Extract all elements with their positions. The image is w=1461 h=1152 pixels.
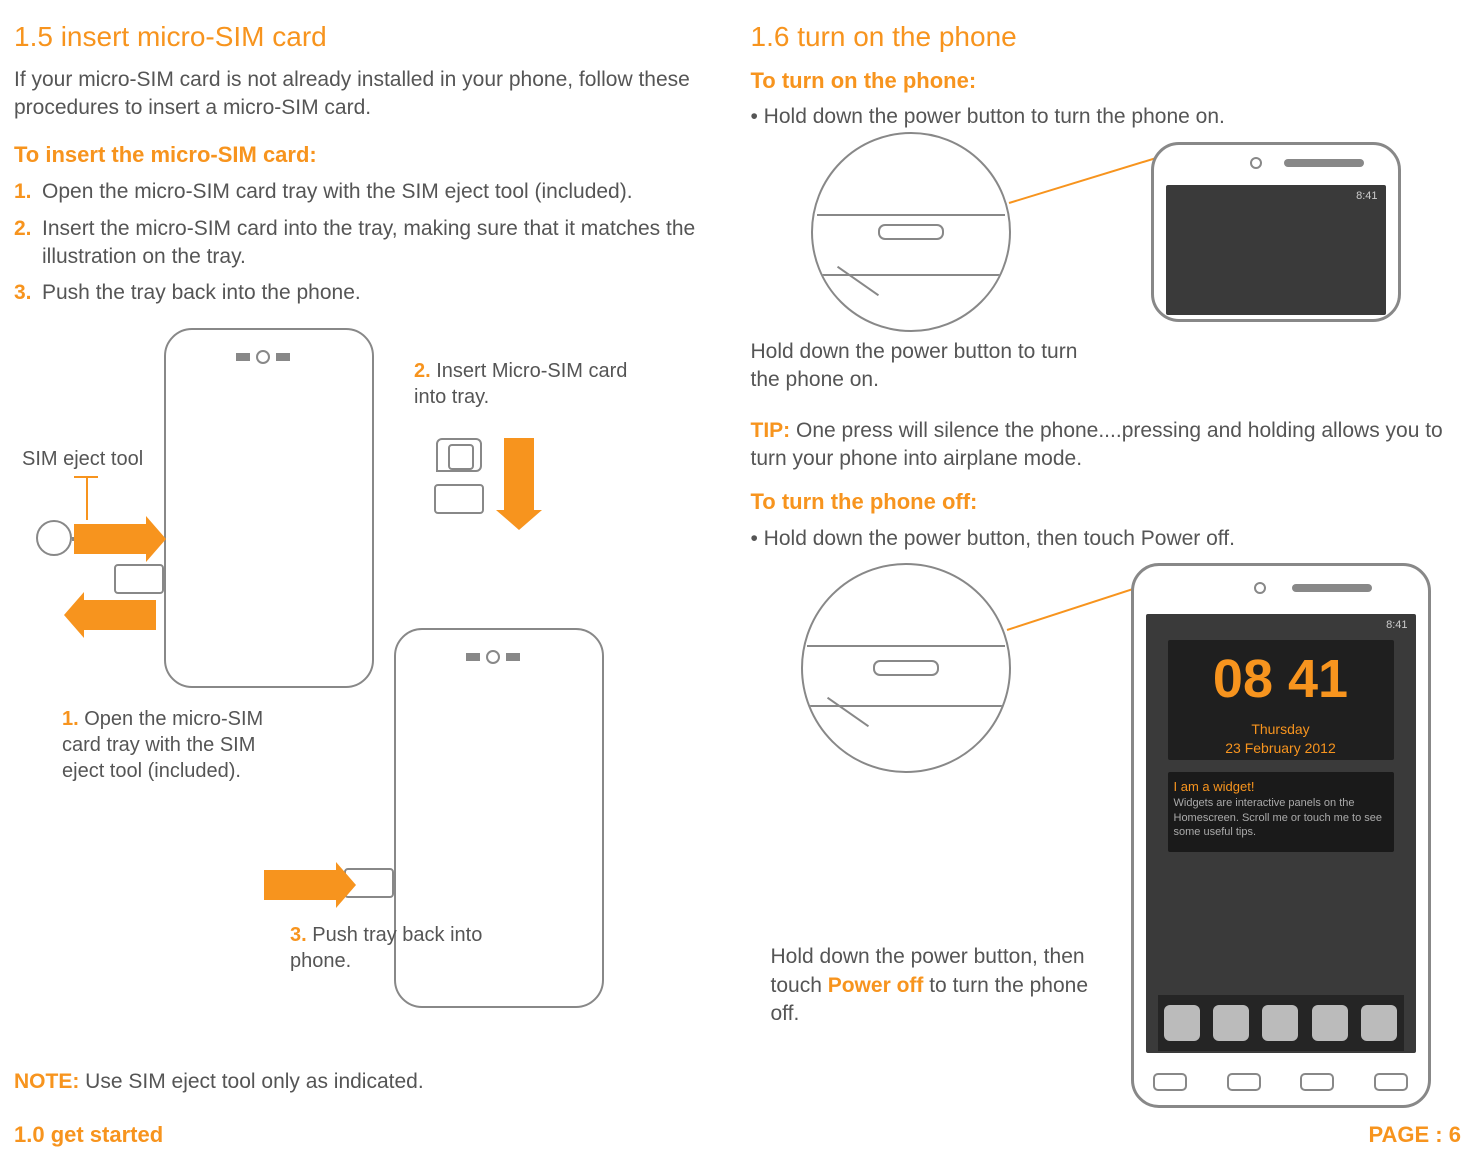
clock-date: Thursday 23 February 2012 <box>1225 720 1336 758</box>
steps-list: 1.Open the micro-SIM card tray with the … <box>14 178 711 307</box>
footer-section: 1.0 get started <box>14 1120 163 1150</box>
tip-line: TIP: One press will silence the phone...… <box>751 417 1448 474</box>
note-label: NOTE: <box>14 1070 79 1093</box>
tip-text: One press will silence the phone....pres… <box>751 419 1443 470</box>
sim-tray-icon <box>114 564 164 594</box>
sim-card-icon <box>436 438 482 472</box>
caption-3-num: 3. <box>290 924 307 946</box>
figure-power-on: 8:41 <box>751 142 1448 332</box>
figure-power-off: 8:41 08 41 Thursday 23 February 2012 I a… <box>751 563 1448 1123</box>
nav-key-icon <box>1300 1073 1334 1091</box>
app-dock <box>1158 995 1404 1051</box>
arrow-down-icon <box>504 438 534 510</box>
phone-front-large-icon: 8:41 08 41 Thursday 23 February 2012 I a… <box>1131 563 1431 1108</box>
step-3-text: Push the tray back into the phone. <box>42 281 361 304</box>
caption-2-num: 2. <box>414 360 431 382</box>
caption-power-off: Hold down the power button, then touch P… <box>771 943 1101 1028</box>
status-bar-time: 8:41 <box>1356 189 1377 204</box>
nav-key-icon <box>1227 1073 1261 1091</box>
note-text: Use SIM eject tool only as indicated. <box>85 1070 424 1093</box>
magnifier-lens-icon <box>811 132 1011 332</box>
eject-tool-label: SIM eject tool <box>22 446 143 472</box>
arrow-right-2-icon <box>264 870 336 900</box>
subhead-turn-on: To turn on the phone: <box>751 66 1448 96</box>
widget-title: I am a widget! <box>1174 778 1388 796</box>
clock-widget: 08 41 Thursday 23 February 2012 <box>1168 640 1394 760</box>
dock-app-icon <box>1262 1005 1298 1041</box>
diagram-caption-1: 1. Open the micro-SIM card tray with the… <box>62 706 282 784</box>
sim-diagram: SIM eject tool 1. Open the micro-SIM car… <box>14 328 711 1048</box>
bullet-turn-off: • Hold down the power button, then touch… <box>751 525 1448 553</box>
section-heading-1-5: 1.5 insert micro-SIM card <box>14 18 711 56</box>
intro-text: If your micro-SIM card is not already in… <box>14 66 711 123</box>
caption-power-on: Hold down the power button to turn the p… <box>751 338 1081 395</box>
step-1: 1.Open the micro-SIM card tray with the … <box>14 178 711 206</box>
dock-app-icon <box>1312 1005 1348 1041</box>
subhead-turn-off: To turn the phone off: <box>751 487 1448 517</box>
sim-eject-tool-icon <box>36 520 72 556</box>
right-column: 1.6 turn on the phone To turn on the pho… <box>751 18 1448 1123</box>
diagram-caption-2: 2. Insert Micro-SIM card into tray. <box>414 358 634 410</box>
caption-2-text: Insert Micro-SIM card into tray. <box>414 360 627 408</box>
step-2-text: Insert the micro-SIM card into the tray,… <box>42 217 695 268</box>
step-2: 2.Insert the micro-SIM card into the tra… <box>14 215 711 272</box>
hint-widget: I am a widget! Widgets are interactive p… <box>1168 772 1394 852</box>
step-1-text: Open the micro-SIM card tray with the SI… <box>42 180 633 203</box>
section-heading-1-6: 1.6 turn on the phone <box>751 18 1448 56</box>
caption-off-highlight: Power off <box>828 974 924 997</box>
tip-label: TIP: <box>751 419 791 442</box>
caption-3-text: Push tray back into phone. <box>290 924 482 972</box>
footer-page-number: PAGE : 6 <box>1368 1120 1461 1150</box>
dock-app-icon <box>1213 1005 1249 1041</box>
nav-key-icon <box>1374 1073 1408 1091</box>
clock-time: 08 41 <box>1213 643 1348 716</box>
caption-1-text: Open the micro-SIM card tray with the SI… <box>62 708 263 782</box>
phone-front-small-icon: 8:41 <box>1151 142 1401 322</box>
arrow-left-icon <box>84 600 156 630</box>
diagram-caption-3: 3. Push tray back into phone. <box>290 922 490 974</box>
status-bar-time-2: 8:41 <box>1386 618 1407 633</box>
bullet-turn-on: • Hold down the power button to turn the… <box>751 103 1448 131</box>
power-button-icon <box>878 224 944 240</box>
arrow-right-icon <box>74 524 146 554</box>
subhead-insert: To insert the micro-SIM card: <box>14 140 711 170</box>
page-footer: 1.0 get started PAGE : 6 <box>14 1120 1461 1150</box>
dock-app-icon <box>1164 1005 1200 1041</box>
power-button-2-icon <box>873 660 939 676</box>
phone-back-top-icon <box>164 328 374 688</box>
note-line: NOTE: Use SIM eject tool only as indicat… <box>14 1068 711 1096</box>
magnifier-lens-2-icon <box>801 563 1011 773</box>
phone-screen: 8:41 08 41 Thursday 23 February 2012 I a… <box>1146 614 1416 1053</box>
nav-key-icon <box>1153 1073 1187 1091</box>
nav-keys <box>1134 1073 1428 1091</box>
step-3: 3.Push the tray back into the phone. <box>14 279 711 307</box>
dock-app-icon <box>1361 1005 1397 1041</box>
sim-tray-2-icon <box>434 484 484 514</box>
caption-1-num: 1. <box>62 708 79 730</box>
widget-body: Widgets are interactive panels on the Ho… <box>1174 796 1388 841</box>
left-column: 1.5 insert micro-SIM card If your micro-… <box>14 18 711 1123</box>
